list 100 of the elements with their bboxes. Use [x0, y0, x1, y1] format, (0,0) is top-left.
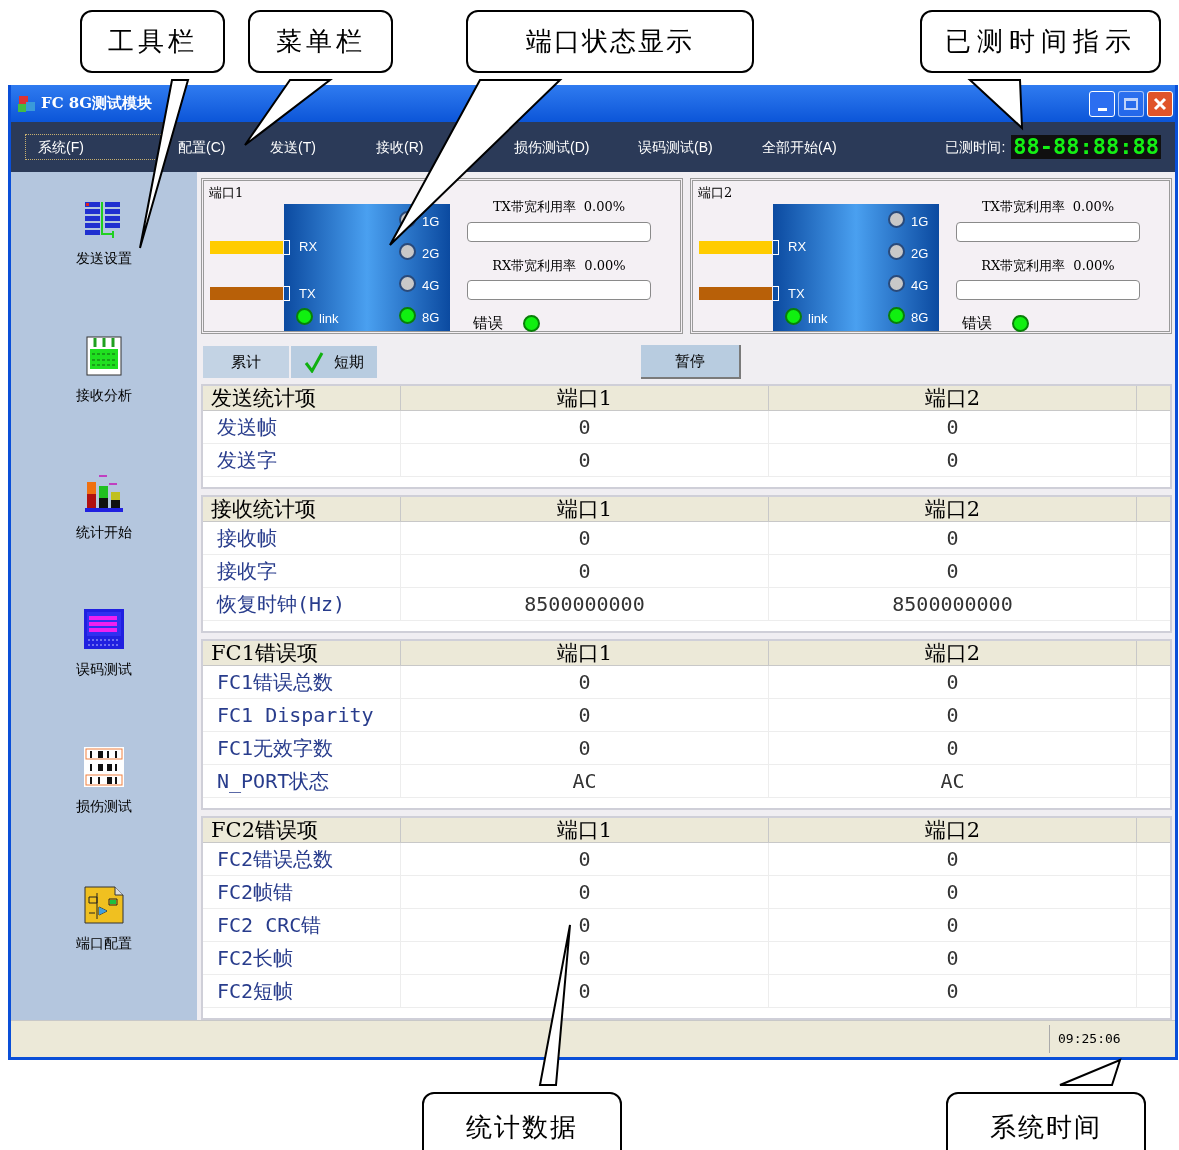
- table-cell: 0: [769, 975, 1137, 1007]
- callout-pointer: [967, 79, 1024, 131]
- error-label: 错误: [962, 313, 992, 333]
- table-cell: 0: [401, 699, 769, 731]
- table-cell: 0: [401, 555, 769, 587]
- tab[interactable]: 累计: [203, 345, 289, 378]
- port-title: 端口2: [698, 184, 733, 202]
- table-cell: 0: [401, 411, 769, 443]
- column-header: 发送统计项: [203, 386, 401, 411]
- table-cell: 0: [769, 732, 1137, 764]
- close-icon: [1153, 96, 1167, 111]
- table-cell: 0: [769, 699, 1137, 731]
- table-cell: FC1错误总数: [203, 666, 401, 698]
- table-cell: 0: [401, 444, 769, 476]
- table-cell: FC1 Disparity: [203, 699, 401, 731]
- table-cell: 8500000000: [401, 588, 769, 620]
- monitor-screen-icon: [82, 607, 126, 651]
- toolbar-button[interactable]: 误码测试: [11, 605, 197, 742]
- system-time: 09:25:06: [1049, 1025, 1145, 1053]
- column-header: 端口2: [769, 641, 1137, 666]
- window-title: FC 8G测试模块: [41, 93, 153, 115]
- speed-label: 4G: [911, 277, 929, 295]
- rx-label: RX: [299, 238, 318, 256]
- toolbar-button[interactable]: 损伤测试: [11, 742, 197, 879]
- table-cell: 0: [401, 522, 769, 554]
- table-cell: 0: [769, 909, 1137, 941]
- table-cell: AC: [769, 765, 1137, 797]
- speed-label: 4G: [422, 277, 440, 295]
- table-cell: 0: [769, 555, 1137, 587]
- table-cell: FC2 CRC错: [203, 909, 401, 941]
- minimize-button[interactable]: [1089, 90, 1115, 117]
- checkmark-icon: [304, 350, 324, 373]
- maximize-button[interactable]: [1118, 90, 1144, 117]
- tab[interactable]: 短期: [291, 345, 377, 378]
- tx-utilization-reading: 0.00%: [1072, 198, 1115, 216]
- rx-label: RX: [788, 238, 807, 256]
- toolbar-button[interactable]: 端口配置: [11, 879, 197, 1016]
- callout-label: 已测时间指示: [920, 10, 1161, 73]
- column-header: 端口2: [769, 386, 1137, 411]
- rx-utilization-label: RX带宽利用率: [492, 256, 577, 275]
- column-header: FC1错误项: [203, 641, 401, 666]
- port-bracket: [284, 240, 290, 255]
- speed-label: 1G: [911, 213, 929, 231]
- column-header: 端口1: [401, 641, 769, 666]
- pause-button[interactable]: 暂停: [641, 344, 741, 379]
- column-header: FC2错误项: [203, 818, 401, 843]
- elapsed-time-display: 88-88:88:88: [1011, 135, 1161, 159]
- toolbar-button[interactable]: 统计开始: [11, 468, 197, 605]
- column-header: 端口1: [401, 497, 769, 522]
- table-cell: 0: [769, 444, 1137, 476]
- table-cell: 0: [401, 666, 769, 698]
- tx-utilization-label: TX带宽利用率: [492, 198, 576, 216]
- tx-label: TX: [788, 285, 805, 303]
- tx-label: TX: [299, 285, 316, 303]
- rx-utilization-reading: 0.00%: [584, 256, 626, 275]
- table-cell: 发送帧: [203, 411, 401, 443]
- port-bracket: [773, 240, 779, 255]
- callout-label: 工具栏: [80, 10, 225, 73]
- table-cell: 0: [769, 942, 1137, 974]
- table-cell: 0: [769, 522, 1137, 554]
- rx-utilization-label: RX带宽利用率: [981, 256, 1066, 275]
- table-cell: FC2帧错: [203, 876, 401, 908]
- elapsed-time-label: 已测时间:: [945, 137, 1006, 157]
- menu-item[interactable]: 误码测试(B): [625, 134, 749, 160]
- port-bracket: [773, 286, 779, 301]
- table-cell: 接收字: [203, 555, 401, 587]
- speed-label: 1G: [422, 213, 440, 231]
- table-cell: 接收帧: [203, 522, 401, 554]
- circuit-board-icon: [83, 883, 125, 925]
- table-cell: 0: [769, 876, 1137, 908]
- app-icon: [17, 93, 37, 114]
- menu-item[interactable]: 损伤测试(D): [501, 134, 625, 160]
- table-cell: FC2短帧: [203, 975, 401, 1007]
- menu-item[interactable]: 接收(R): [363, 134, 501, 160]
- speed-label: 8G: [422, 309, 440, 327]
- callout-label: 端口状态显示: [466, 10, 754, 73]
- callout-label: 菜单栏: [248, 10, 393, 73]
- toolbar-button[interactable]: 接收分析: [11, 331, 197, 468]
- table-cell: 0: [769, 843, 1137, 875]
- bar-chart-icon: [83, 472, 125, 514]
- callout-pointer: [1059, 1058, 1122, 1086]
- port-title: 端口1: [209, 184, 244, 202]
- column-header: 端口1: [401, 386, 769, 411]
- close-button[interactable]: [1147, 90, 1173, 117]
- table-cell: FC2错误总数: [203, 843, 401, 875]
- rx-utilization-reading: 0.00%: [1073, 256, 1115, 275]
- column-header: 端口1: [401, 818, 769, 843]
- menu-item[interactable]: 发送(T): [257, 134, 363, 160]
- table-cell: 8500000000: [769, 588, 1137, 620]
- table-cell: N_PORT状态: [203, 765, 401, 797]
- speed-label: 8G: [911, 309, 929, 327]
- document-download-icon: [83, 335, 125, 377]
- tx-utilization-reading: 0.00%: [583, 198, 626, 216]
- error-label: 错误: [473, 313, 503, 333]
- menu-item[interactable]: 全部开始(A): [749, 134, 873, 160]
- toolbar-button[interactable]: 发送设置: [11, 194, 197, 331]
- table-cell: 0: [769, 666, 1137, 698]
- callout-label: 统计数据: [422, 1092, 622, 1150]
- table-cell: 恢复时钟(Hz): [203, 588, 401, 620]
- callout-label: 系统时间: [946, 1092, 1146, 1150]
